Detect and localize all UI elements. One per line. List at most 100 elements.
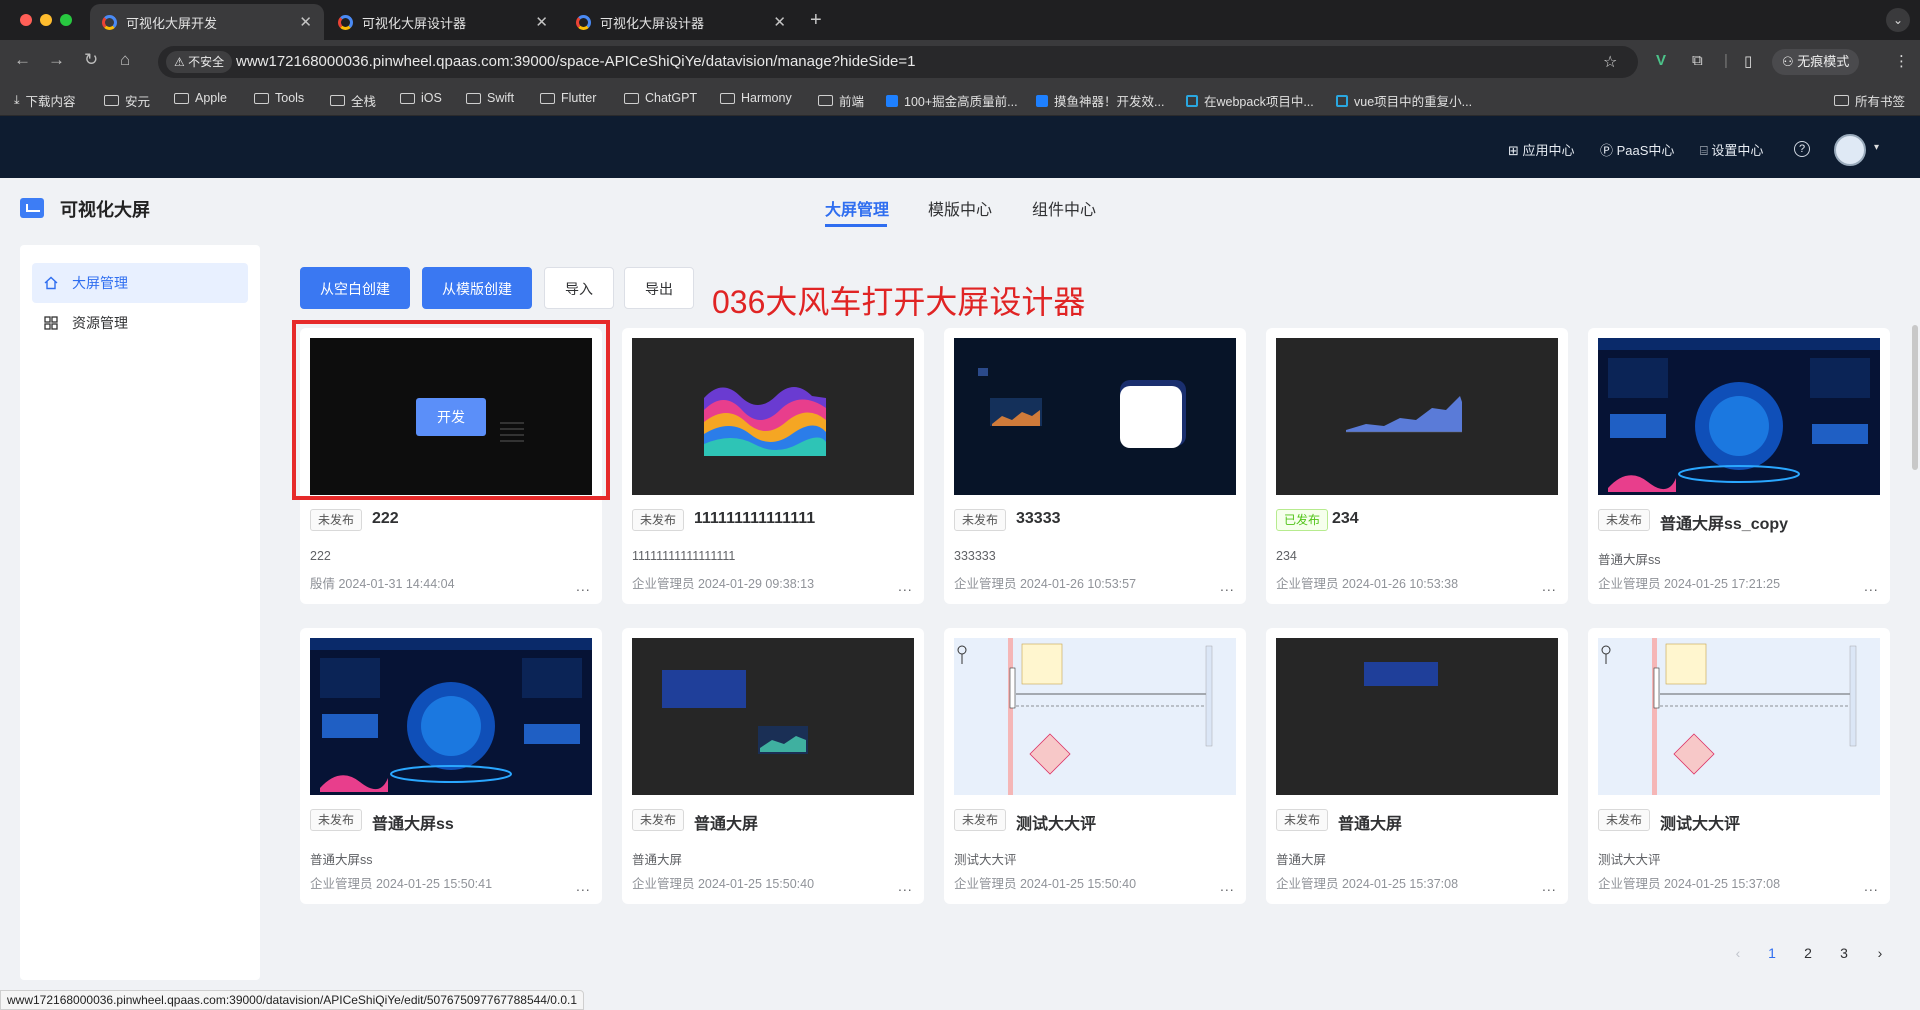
nav-paas-center[interactable]: Ⓟ PaaS中心 xyxy=(1600,140,1674,159)
all-bookmarks[interactable]: 所有书签 xyxy=(1834,91,1905,110)
screen-thumbnail[interactable] xyxy=(632,638,914,795)
card-title: 普通大屏 xyxy=(1338,816,1403,833)
more-icon[interactable]: ... xyxy=(576,878,591,894)
more-icon[interactable]: ... xyxy=(1864,578,1879,594)
card-description: 234 xyxy=(1276,549,1297,563)
security-badge[interactable]: ⚠ 不安全 xyxy=(166,51,233,73)
new-tab-icon[interactable]: + xyxy=(810,9,822,32)
tab-template-center[interactable]: 模版中心 xyxy=(928,196,992,220)
minimize-window-icon[interactable] xyxy=(40,14,52,26)
tab-component-center[interactable]: 组件中心 xyxy=(1032,196,1096,220)
screen-card[interactable]: 已发布 234 234 企业管理员 2024-01-26 10:53:38 ..… xyxy=(1266,328,1568,604)
reload-icon[interactable]: ↻ xyxy=(84,50,98,70)
bookmark-folder[interactable]: iOS xyxy=(400,91,442,105)
maximize-window-icon[interactable] xyxy=(60,14,72,26)
extensions-icon[interactable]: ⧉ xyxy=(1692,52,1703,69)
create-blank-button[interactable]: 从空白创建 xyxy=(300,267,410,309)
next-page-button[interactable]: › xyxy=(1862,938,1898,968)
screen-thumbnail[interactable] xyxy=(310,638,592,795)
screen-card[interactable]: 未发布 普通大屏 普通大屏 企业管理员 2024-01-25 15:37:08 … xyxy=(1266,628,1568,904)
screen-card[interactable]: 未发布 111111111111111 11111111111111111 企业… xyxy=(622,328,924,604)
chevron-down-icon[interactable]: ▾ xyxy=(1874,142,1879,153)
scrollbar[interactable] xyxy=(1912,325,1918,470)
tab-screen-management[interactable]: 大屏管理 xyxy=(825,196,889,220)
close-tab-icon[interactable]: ✕ xyxy=(773,13,786,31)
more-icon[interactable]: ... xyxy=(1542,578,1557,594)
bookmark-folder[interactable]: Flutter xyxy=(540,91,596,105)
browser-tab[interactable]: 可视化大屏设计器 ✕ xyxy=(326,4,560,40)
more-icon[interactable]: ... xyxy=(1220,578,1235,594)
bookmark-folder[interactable]: Apple xyxy=(174,91,227,105)
forward-icon[interactable]: → xyxy=(48,50,65,70)
page-button[interactable]: 2 xyxy=(1790,938,1826,968)
back-icon[interactable]: ← xyxy=(14,50,31,70)
browser-tab[interactable]: 可视化大屏设计器 ✕ xyxy=(564,4,798,40)
grid-icon xyxy=(44,316,58,330)
screen-thumbnail[interactable] xyxy=(632,338,914,495)
screen-card[interactable]: 未发布 普通大屏ss_copy 普通大屏ss 企业管理员 2024-01-25 … xyxy=(1588,328,1890,604)
more-menu-icon[interactable]: ⋮ xyxy=(1894,52,1909,70)
screen-card[interactable]: 未发布 测试大大评 测试大大评 企业管理员 2024-01-25 15:50:4… xyxy=(944,628,1246,904)
home-icon[interactable]: ⌂ xyxy=(120,50,130,70)
screen-thumbnail[interactable] xyxy=(1598,638,1880,795)
help-icon[interactable]: ? xyxy=(1794,141,1810,157)
more-icon[interactable]: ... xyxy=(576,578,591,594)
bookmark-folder[interactable]: 全栈 xyxy=(330,91,376,110)
bookmark-item[interactable]: 在webpack项目中... xyxy=(1186,91,1314,110)
bookmark-item[interactable]: 摸鱼神器！开发效... xyxy=(1036,91,1164,110)
screen-thumbnail[interactable] xyxy=(1598,338,1880,495)
close-window-icon[interactable] xyxy=(20,14,32,26)
bookmark-folder[interactable]: Swift xyxy=(466,91,514,105)
vue-devtools-icon[interactable]: V xyxy=(1656,52,1666,69)
screen-thumbnail[interactable] xyxy=(954,338,1236,495)
bookmark-folder[interactable]: Tools xyxy=(254,91,304,105)
screen-thumbnail[interactable] xyxy=(1276,338,1558,495)
more-icon[interactable]: ... xyxy=(1542,878,1557,894)
page-button[interactable]: 3 xyxy=(1826,938,1862,968)
address-bar[interactable]: ⚠ 不安全 www172168000036.pinwheel.qpaas.com… xyxy=(158,46,1638,78)
screen-card[interactable]: 未发布 33333 333333 企业管理员 2024-01-26 10:53:… xyxy=(944,328,1246,604)
bookmark-item[interactable]: ⤓ 下载内容 xyxy=(14,91,76,110)
more-icon[interactable]: ... xyxy=(898,878,913,894)
screen-thumbnail[interactable]: 开发 xyxy=(310,338,592,495)
screen-thumbnail[interactable] xyxy=(1276,638,1558,795)
bookmark-item[interactable]: 100+掘金高质量前... xyxy=(886,91,1018,110)
status-badge: 未发布 xyxy=(954,809,1007,831)
more-icon[interactable]: ... xyxy=(1864,878,1879,894)
bookmark-folder[interactable]: 安元 xyxy=(104,91,150,110)
browser-tab[interactable]: 可视化大屏开发 ✕ xyxy=(90,4,324,40)
avatar[interactable] xyxy=(1834,134,1866,166)
sidebar: 大屏管理 资源管理 xyxy=(20,245,260,980)
close-tab-icon[interactable]: ✕ xyxy=(299,13,312,31)
bookmark-folder[interactable]: ChatGPT xyxy=(624,91,697,105)
more-icon[interactable]: ... xyxy=(1220,878,1235,894)
screen-card[interactable]: 未发布 普通大屏 普通大屏 企业管理员 2024-01-25 15:50:40 … xyxy=(622,628,924,904)
close-tab-icon[interactable]: ✕ xyxy=(535,13,548,31)
bookmark-item[interactable]: vue项目中的重复小... xyxy=(1336,91,1472,110)
bookmark-star-icon[interactable]: ☆ xyxy=(1603,52,1617,72)
bookmark-folder[interactable]: 前端 xyxy=(818,91,864,110)
incognito-badge[interactable]: ⚇ 无痕模式 xyxy=(1772,49,1860,75)
side-panel-icon[interactable]: ▯ xyxy=(1744,52,1752,70)
nav-app-center[interactable]: ⊞ 应用中心 xyxy=(1508,140,1575,159)
app-subheader: 可视化大屏 大屏管理 模版中心 组件中心 xyxy=(0,178,1920,236)
bilibili-icon xyxy=(1186,94,1198,107)
page-button[interactable]: 1 xyxy=(1754,938,1790,968)
export-button[interactable]: 导出 xyxy=(624,267,694,309)
card-description: 普通大屏ss xyxy=(310,853,373,867)
url-text[interactable]: www172168000036.pinwheel.qpaas.com:39000… xyxy=(236,46,916,78)
screen-card[interactable]: 未发布 测试大大评 测试大大评 企业管理员 2024-01-25 15:37:0… xyxy=(1588,628,1890,904)
tab-search-icon[interactable]: ⌄ xyxy=(1886,8,1910,32)
import-button[interactable]: 导入 xyxy=(544,267,614,309)
bookmark-folder[interactable]: Harmony xyxy=(720,91,792,105)
more-icon[interactable]: ... xyxy=(898,578,913,594)
screen-card[interactable]: 开发 未发布 222 222 殷倩 2024-01-31 14:44:04 ..… xyxy=(292,320,610,604)
prev-page-button[interactable]: ‹ xyxy=(1720,938,1756,968)
thumbnail-art xyxy=(1601,638,1857,795)
screen-card[interactable]: 未发布 普通大屏ss 普通大屏ss 企业管理员 2024-01-25 15:50… xyxy=(300,628,602,904)
create-from-template-button[interactable]: 从模版创建 xyxy=(422,267,532,309)
sidebar-item-resource-management[interactable]: 资源管理 xyxy=(32,303,248,343)
screen-thumbnail[interactable] xyxy=(954,638,1236,795)
nav-settings-center[interactable]: ⌸ 设置中心 xyxy=(1700,140,1763,159)
sidebar-item-screen-management[interactable]: 大屏管理 xyxy=(32,263,248,303)
